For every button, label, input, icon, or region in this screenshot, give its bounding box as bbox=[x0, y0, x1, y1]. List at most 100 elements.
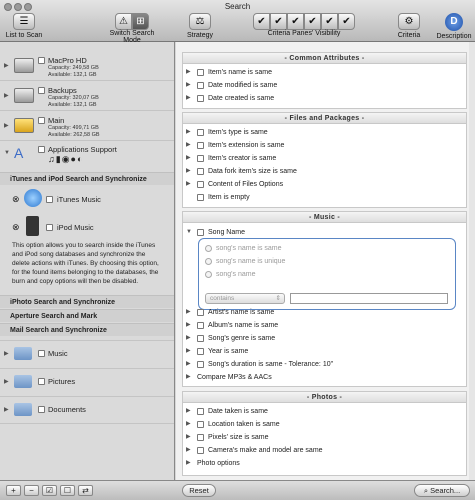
itunes-ipod-heading[interactable]: iTunes and iPod Search and Synchronize bbox=[0, 172, 174, 185]
criteria-pane-2-icon[interactable]: ✔ bbox=[270, 13, 287, 30]
volume-row[interactable]: ▶ Backups Capacity: 320,07 GB Available:… bbox=[0, 83, 174, 111]
criterion-checkbox[interactable] bbox=[197, 348, 204, 355]
criterion-checkbox[interactable] bbox=[197, 82, 204, 89]
folder-checkbox[interactable] bbox=[38, 378, 45, 385]
mail-heading[interactable]: Mail Search and Synchronize bbox=[0, 323, 174, 336]
disclosure-triangle-icon[interactable]: ▶ bbox=[186, 358, 191, 371]
remove-button[interactable]: − bbox=[24, 485, 39, 496]
strategy-button[interactable]: ⚖ Strategy bbox=[184, 13, 216, 39]
scan-mode-icon[interactable]: ⊞ bbox=[132, 13, 149, 30]
documents-folder-row[interactable]: ▶ Documents bbox=[0, 396, 174, 424]
criterion-checkbox[interactable] bbox=[197, 69, 204, 76]
disclosure-triangle-icon[interactable]: ▶ bbox=[186, 79, 191, 92]
disclosure-triangle-icon[interactable]: ▶ bbox=[186, 418, 191, 431]
radio-icon bbox=[205, 257, 212, 265]
match-type-popup[interactable]: contains ⇕ bbox=[205, 293, 285, 304]
criterion-checkbox[interactable] bbox=[197, 309, 204, 316]
disclosure-triangle-icon[interactable]: ▶ bbox=[186, 92, 191, 105]
applications-support-row[interactable]: ▼ A Applications Support ♫▮◉●◐ bbox=[0, 142, 174, 170]
criterion-checkbox[interactable] bbox=[197, 129, 204, 136]
song-name-text-field[interactable] bbox=[290, 293, 448, 304]
disclosure-triangle-icon[interactable]: ▼ bbox=[186, 226, 192, 239]
criterion-checkbox[interactable] bbox=[197, 95, 204, 102]
disclosure-triangle-icon[interactable]: ▶ bbox=[186, 345, 191, 358]
disclosure-triangle-icon[interactable]: ▶ bbox=[4, 122, 9, 129]
volume-checkbox[interactable] bbox=[38, 57, 45, 64]
disclosure-triangle-icon[interactable]: ▶ bbox=[186, 66, 191, 79]
reset-button[interactable]: Reset bbox=[182, 484, 216, 497]
disclosure-triangle-icon[interactable]: ▶ bbox=[186, 178, 191, 191]
disclosure-triangle-icon[interactable]: ▶ bbox=[186, 319, 191, 332]
criterion-checkbox[interactable] bbox=[197, 322, 204, 329]
criteria-pane-6-icon[interactable]: ✔ bbox=[338, 13, 355, 30]
disclosure-triangle-icon[interactable]: ▶ bbox=[4, 62, 9, 69]
folder-checkbox[interactable] bbox=[38, 406, 45, 413]
uncheck-all-icon[interactable]: ☐ bbox=[60, 485, 75, 496]
main-drive-icon bbox=[14, 118, 34, 133]
criteria-pane-4-icon[interactable]: ✔ bbox=[304, 13, 321, 30]
song-name-radio[interactable]: song's name bbox=[205, 269, 255, 281]
volume-checkbox[interactable] bbox=[38, 117, 45, 124]
criterion-checkbox[interactable] bbox=[197, 447, 204, 454]
warning-mode-icon[interactable]: ⚠ bbox=[115, 13, 132, 30]
disclosure-triangle-icon[interactable]: ▶ bbox=[4, 350, 9, 357]
itunes-music-row[interactable]: ⊗ iTunes Music bbox=[0, 188, 174, 213]
criterion-checkbox[interactable] bbox=[197, 421, 204, 428]
disclosure-triangle-icon[interactable]: ▶ bbox=[186, 139, 191, 152]
criteria-visibility-control[interactable]: ✔ ✔ ✔ ✔ ✔ ✔ Criteria Panes' Visibility bbox=[240, 13, 368, 37]
volume-row[interactable]: ▶ MacPro HD Capacity: 249,58 GB Availabl… bbox=[0, 53, 174, 81]
aperture-heading[interactable]: Aperture Search and Mark bbox=[0, 309, 174, 322]
disclosure-triangle-icon[interactable]: ▶ bbox=[186, 457, 191, 470]
disclosure-triangle-icon[interactable]: ▶ bbox=[186, 152, 191, 165]
list-to-scan-button[interactable]: ☰ List to Scan bbox=[4, 13, 44, 39]
remove-icon[interactable]: ⊗ bbox=[12, 194, 20, 205]
iphoto-heading[interactable]: iPhoto Search and Synchronize bbox=[0, 295, 174, 308]
disclosure-triangle-icon[interactable]: ▶ bbox=[186, 306, 191, 319]
criterion-checkbox[interactable] bbox=[197, 181, 204, 188]
disclosure-triangle-icon[interactable]: ▶ bbox=[186, 332, 191, 345]
options-icon[interactable]: ⇄ bbox=[78, 485, 93, 496]
disclosure-triangle-icon[interactable]: ▶ bbox=[4, 406, 9, 413]
remove-icon[interactable]: ⊗ bbox=[12, 222, 20, 233]
criterion-checkbox[interactable] bbox=[197, 142, 204, 149]
criterion-checkbox[interactable] bbox=[197, 408, 204, 415]
check-all-icon[interactable]: ☑ bbox=[42, 485, 57, 496]
song-name-same-radio[interactable]: song's name is same bbox=[205, 243, 282, 255]
scrollbar[interactable] bbox=[469, 42, 475, 480]
disclosure-triangle-icon[interactable]: ▶ bbox=[186, 371, 191, 384]
criteria-pane-1-icon[interactable]: ✔ bbox=[253, 13, 270, 30]
song-name-checkbox[interactable] bbox=[197, 229, 204, 236]
ipod-music-row[interactable]: ⊗ iPod Music bbox=[0, 216, 174, 241]
criterion-checkbox[interactable] bbox=[197, 434, 204, 441]
disclosure-triangle-icon[interactable]: ▶ bbox=[186, 431, 191, 444]
disclosure-triangle-icon[interactable]: ▶ bbox=[186, 444, 191, 457]
ipod-music-checkbox[interactable] bbox=[46, 224, 53, 231]
popup-arrows-icon: ⇕ bbox=[275, 295, 281, 302]
disclosure-triangle-icon[interactable]: ▶ bbox=[4, 92, 9, 99]
criterion-checkbox[interactable] bbox=[197, 155, 204, 162]
disclosure-triangle-icon[interactable]: ▶ bbox=[4, 378, 9, 385]
criterion-checkbox[interactable] bbox=[197, 194, 204, 201]
volume-checkbox[interactable] bbox=[38, 87, 45, 94]
disclosure-triangle-icon[interactable]: ▶ bbox=[186, 405, 191, 418]
disclosure-triangle-icon[interactable]: ▶ bbox=[186, 165, 191, 178]
search-button[interactable]: ⌕ Search... bbox=[414, 484, 470, 497]
pictures-folder-row[interactable]: ▶ Pictures bbox=[0, 368, 174, 396]
song-name-unique-radio[interactable]: song's name is unique bbox=[205, 256, 285, 268]
disclosure-triangle-icon[interactable]: ▶ bbox=[186, 126, 191, 139]
criterion-checkbox[interactable] bbox=[197, 168, 204, 175]
itunes-music-checkbox[interactable] bbox=[46, 196, 53, 203]
music-folder-row[interactable]: ▶ Music bbox=[0, 340, 174, 368]
folder-checkbox[interactable] bbox=[38, 350, 45, 357]
volume-row[interactable]: ▶ Main Capacity: 499,71 GB Available: 26… bbox=[0, 113, 174, 141]
add-button[interactable]: + bbox=[6, 485, 21, 496]
criterion-checkbox[interactable] bbox=[197, 361, 204, 368]
description-button[interactable]: D Description bbox=[434, 13, 474, 40]
switch-search-mode-control[interactable]: ⚠ ⊞ Switch Search Mode bbox=[100, 13, 164, 44]
criterion-checkbox[interactable] bbox=[197, 335, 204, 342]
applications-support-checkbox[interactable] bbox=[38, 146, 45, 153]
criteria-pane-5-icon[interactable]: ✔ bbox=[321, 13, 338, 30]
criteria-pane-3-icon[interactable]: ✔ bbox=[287, 13, 304, 30]
criteria-button[interactable]: ⚙ Criteria bbox=[394, 13, 424, 39]
disclosure-triangle-icon[interactable]: ▼ bbox=[4, 150, 10, 156]
